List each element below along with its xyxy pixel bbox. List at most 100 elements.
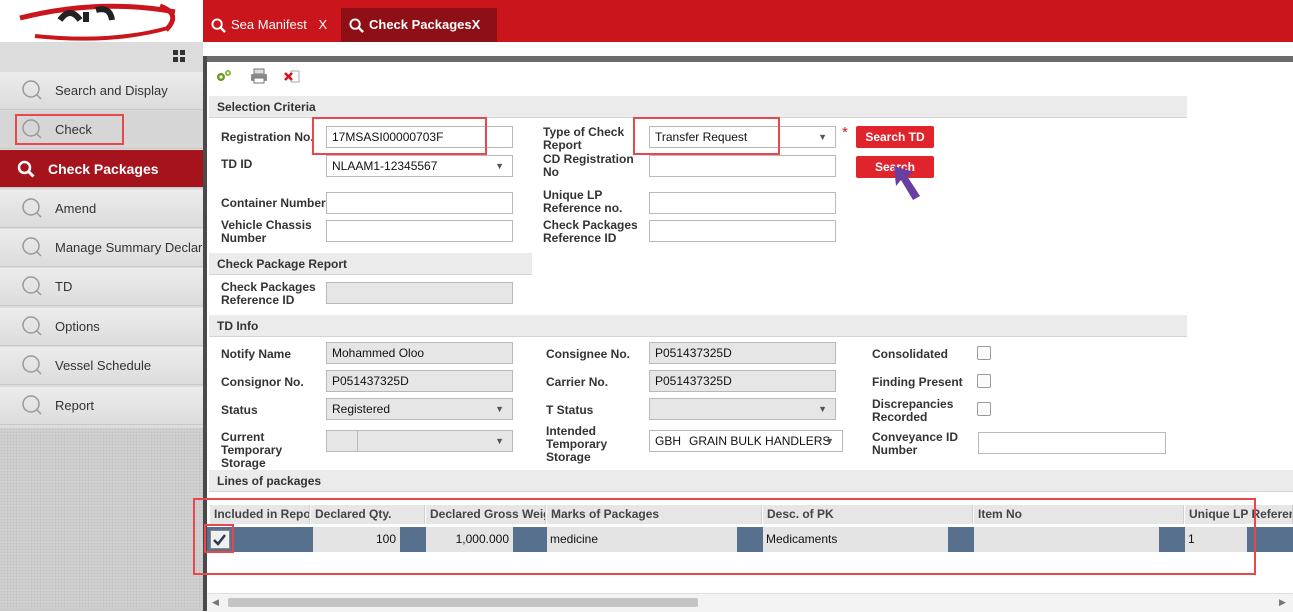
scrollbar-thumb[interactable] bbox=[228, 598, 698, 607]
sidebar-item-label: Vessel Schedule bbox=[55, 358, 152, 373]
cd-registration-label: CD Registration No bbox=[543, 152, 634, 179]
status-select: Registered ▼ bbox=[326, 398, 513, 420]
t-status-select: ▼ bbox=[649, 398, 836, 420]
search-icon bbox=[17, 160, 35, 178]
td-id-value: NLAAM1-12345567 bbox=[332, 159, 438, 173]
consignor-no-field: P051437325D bbox=[326, 370, 513, 392]
vehicle-chassis-label: Vehicle Chassis Number bbox=[221, 218, 312, 245]
sidebar-item-search-and-display[interactable]: Search and Display bbox=[0, 72, 203, 110]
search-icon bbox=[211, 18, 226, 33]
consignee-no-label: Consignee No. bbox=[546, 347, 631, 361]
intended-temp-storage-select[interactable]: GBH GRAIN BULK HANDLERS ▼ bbox=[649, 430, 843, 452]
report-reference-field bbox=[326, 282, 513, 304]
tab-label: Check Packages bbox=[369, 17, 472, 32]
search-icon bbox=[349, 18, 364, 33]
sidebar-item-vessel-schedule[interactable]: Vessel Schedule bbox=[0, 347, 203, 385]
carrier-no-field: P051437325D bbox=[649, 370, 836, 392]
check-package-report-header: Check Package Report bbox=[209, 253, 532, 275]
lines-of-packages-header: Lines of packages bbox=[209, 470, 1293, 492]
sidebar-item-label: Amend bbox=[55, 201, 97, 216]
consolidated-label: Consolidated bbox=[872, 347, 949, 361]
search-icon bbox=[22, 395, 42, 415]
tab-check-packages[interactable]: Check PackagesX bbox=[341, 8, 497, 42]
tab-close-button[interactable]: X bbox=[319, 17, 328, 32]
pointer-arrow-icon bbox=[888, 162, 928, 207]
td-id-label: TD ID bbox=[221, 157, 253, 171]
consolidated-checkbox[interactable] bbox=[977, 346, 991, 360]
grid-toggle-icon[interactable] bbox=[172, 49, 186, 63]
carrier-no-label: Carrier No. bbox=[546, 375, 609, 389]
delete-icon[interactable] bbox=[283, 68, 301, 87]
horizontal-scrollbar[interactable]: ◀ ▶ bbox=[207, 593, 1293, 612]
tab-bar: Sea Manifest X Check PackagesX bbox=[203, 8, 1293, 42]
logo bbox=[0, 0, 203, 42]
search-icon bbox=[22, 237, 42, 257]
storage-name: GRAIN BULK HANDLERS bbox=[689, 434, 831, 448]
search-td-button[interactable]: Search TD bbox=[856, 126, 934, 148]
chevron-down-icon: ▼ bbox=[495, 161, 504, 171]
notify-name-label: Notify Name bbox=[221, 347, 292, 361]
search-icon bbox=[22, 80, 42, 100]
notify-name-field: Mohammed Oloo bbox=[326, 342, 513, 364]
scroll-right-icon[interactable]: ▶ bbox=[1279, 597, 1286, 608]
sidebar-item-label: Options bbox=[55, 319, 100, 334]
status-value: Registered bbox=[332, 402, 391, 416]
sidebar-item-label: Check Packages bbox=[48, 161, 159, 177]
discrepancies-checkbox[interactable] bbox=[977, 402, 991, 416]
highlight-box-registration bbox=[312, 117, 487, 155]
tab-close-button[interactable]: X bbox=[472, 17, 481, 32]
report-reference-label: Check Packages Reference ID bbox=[221, 280, 316, 307]
search-icon bbox=[22, 355, 42, 375]
registration-no-label: Registration No. bbox=[221, 130, 314, 144]
chevron-down-icon: ▼ bbox=[818, 132, 827, 142]
t-status-label: T Status bbox=[546, 403, 594, 417]
search-icon bbox=[22, 276, 42, 296]
search-icon bbox=[22, 198, 42, 218]
conveyance-id-input[interactable] bbox=[978, 432, 1166, 454]
type-of-check-label: Type of Check Report bbox=[543, 125, 625, 152]
conveyance-id-label: Conveyance ID Number bbox=[872, 430, 959, 457]
sidebar-item-check-packages[interactable]: Check Packages bbox=[0, 150, 203, 188]
consignor-no-label: Consignor No. bbox=[221, 375, 304, 389]
highlight-box-table bbox=[193, 498, 1256, 575]
check-packages-reference-label: Check Packages Reference ID bbox=[543, 218, 638, 245]
chevron-down-icon: ▼ bbox=[495, 436, 504, 446]
sidebar-item-options[interactable]: Options bbox=[0, 308, 203, 346]
sidebar-item-label: Search and Display bbox=[55, 83, 168, 98]
discrepancies-label: Discrepancies Recorded bbox=[872, 397, 954, 424]
td-info-header: TD Info bbox=[209, 315, 1187, 337]
chevron-down-icon: ▼ bbox=[818, 404, 827, 414]
sidebar-item-td[interactable]: TD bbox=[0, 268, 203, 306]
current-temp-storage-select: ▼ bbox=[326, 430, 513, 452]
finding-present-checkbox[interactable] bbox=[977, 374, 991, 388]
cd-registration-input[interactable] bbox=[649, 155, 836, 177]
chevron-down-icon: ▼ bbox=[495, 404, 504, 414]
storage-code: GBH bbox=[655, 434, 682, 448]
highlight-box-type-of-check bbox=[633, 117, 780, 155]
sidebar-item-report[interactable]: Report bbox=[0, 387, 203, 425]
check-packages-reference-input[interactable] bbox=[649, 220, 836, 242]
td-id-select[interactable]: NLAAM1-12345567 ▼ bbox=[326, 155, 513, 177]
column-divider bbox=[357, 431, 358, 451]
consignee-no-field: P051437325D bbox=[649, 342, 836, 364]
sidebar-item-label: TD bbox=[55, 279, 73, 294]
settings-icon[interactable] bbox=[215, 68, 233, 87]
unique-lp-input[interactable] bbox=[649, 192, 836, 214]
container-number-input[interactable] bbox=[326, 192, 513, 214]
tab-label: Sea Manifest bbox=[231, 17, 307, 32]
sidebar-item-amend[interactable]: Amend bbox=[0, 190, 203, 228]
highlight-box-check bbox=[15, 114, 124, 145]
status-label: Status bbox=[221, 403, 258, 417]
sidebar-item-manage-summary-declaration[interactable]: Manage Summary Declarat bbox=[0, 229, 213, 267]
container-number-label: Container Number bbox=[221, 196, 326, 210]
unique-lp-label: Unique LP Reference no. bbox=[543, 188, 623, 215]
sidebar-item-label: Report bbox=[55, 398, 95, 413]
scroll-left-icon[interactable]: ◀ bbox=[212, 597, 219, 608]
highlight-box-checkbox bbox=[204, 524, 234, 553]
chevron-down-icon: ▼ bbox=[825, 436, 834, 446]
vehicle-chassis-input[interactable] bbox=[326, 220, 513, 242]
selection-criteria-header: Selection Criteria bbox=[209, 96, 1187, 118]
current-temp-storage-label: Current Temporary Storage bbox=[221, 430, 283, 470]
tab-sea-manifest[interactable]: Sea Manifest X bbox=[203, 8, 341, 42]
print-icon[interactable] bbox=[250, 68, 268, 87]
